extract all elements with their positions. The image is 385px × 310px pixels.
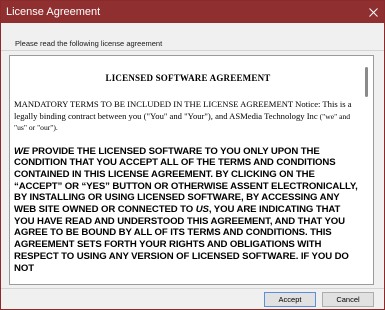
window-title: License Agreement — [6, 6, 101, 18]
license-paragraph-notice: MANDATORY TERMS TO BE INCLUDED IN THE LI… — [14, 99, 362, 134]
accept-button[interactable]: Accept — [264, 292, 316, 307]
title-bar[interactable]: License Agreement — [1, 1, 384, 23]
footer-divider — [1, 288, 384, 289]
divider — [1, 50, 384, 51]
license-text-area[interactable]: LICENSED SOFTWARE AGREEMENT MANDATORY TE… — [9, 55, 374, 285]
scrollbar-thumb[interactable] — [365, 67, 368, 97]
license-paragraph-terms: WE PROVIDE THE LICENSED SOFTWARE TO YOU … — [14, 146, 362, 275]
cancel-button[interactable]: Cancel — [322, 292, 374, 307]
license-content: LICENSED SOFTWARE AGREEMENT MANDATORY TE… — [14, 56, 362, 274]
vertical-scrollbar[interactable] — [361, 56, 373, 284]
company-name: ASMedia Technology Inc — [229, 110, 318, 121]
close-button[interactable] — [362, 1, 384, 23]
license-heading: LICENSED SOFTWARE AGREEMENT — [105, 73, 271, 83]
terms-us: US — [195, 204, 209, 216]
close-icon — [368, 7, 378, 17]
license-dialog: License Agreement Please read the follow… — [0, 0, 385, 310]
instructions-label: Please read the following license agreem… — [15, 39, 163, 48]
terms-we: WE — [14, 145, 30, 157]
